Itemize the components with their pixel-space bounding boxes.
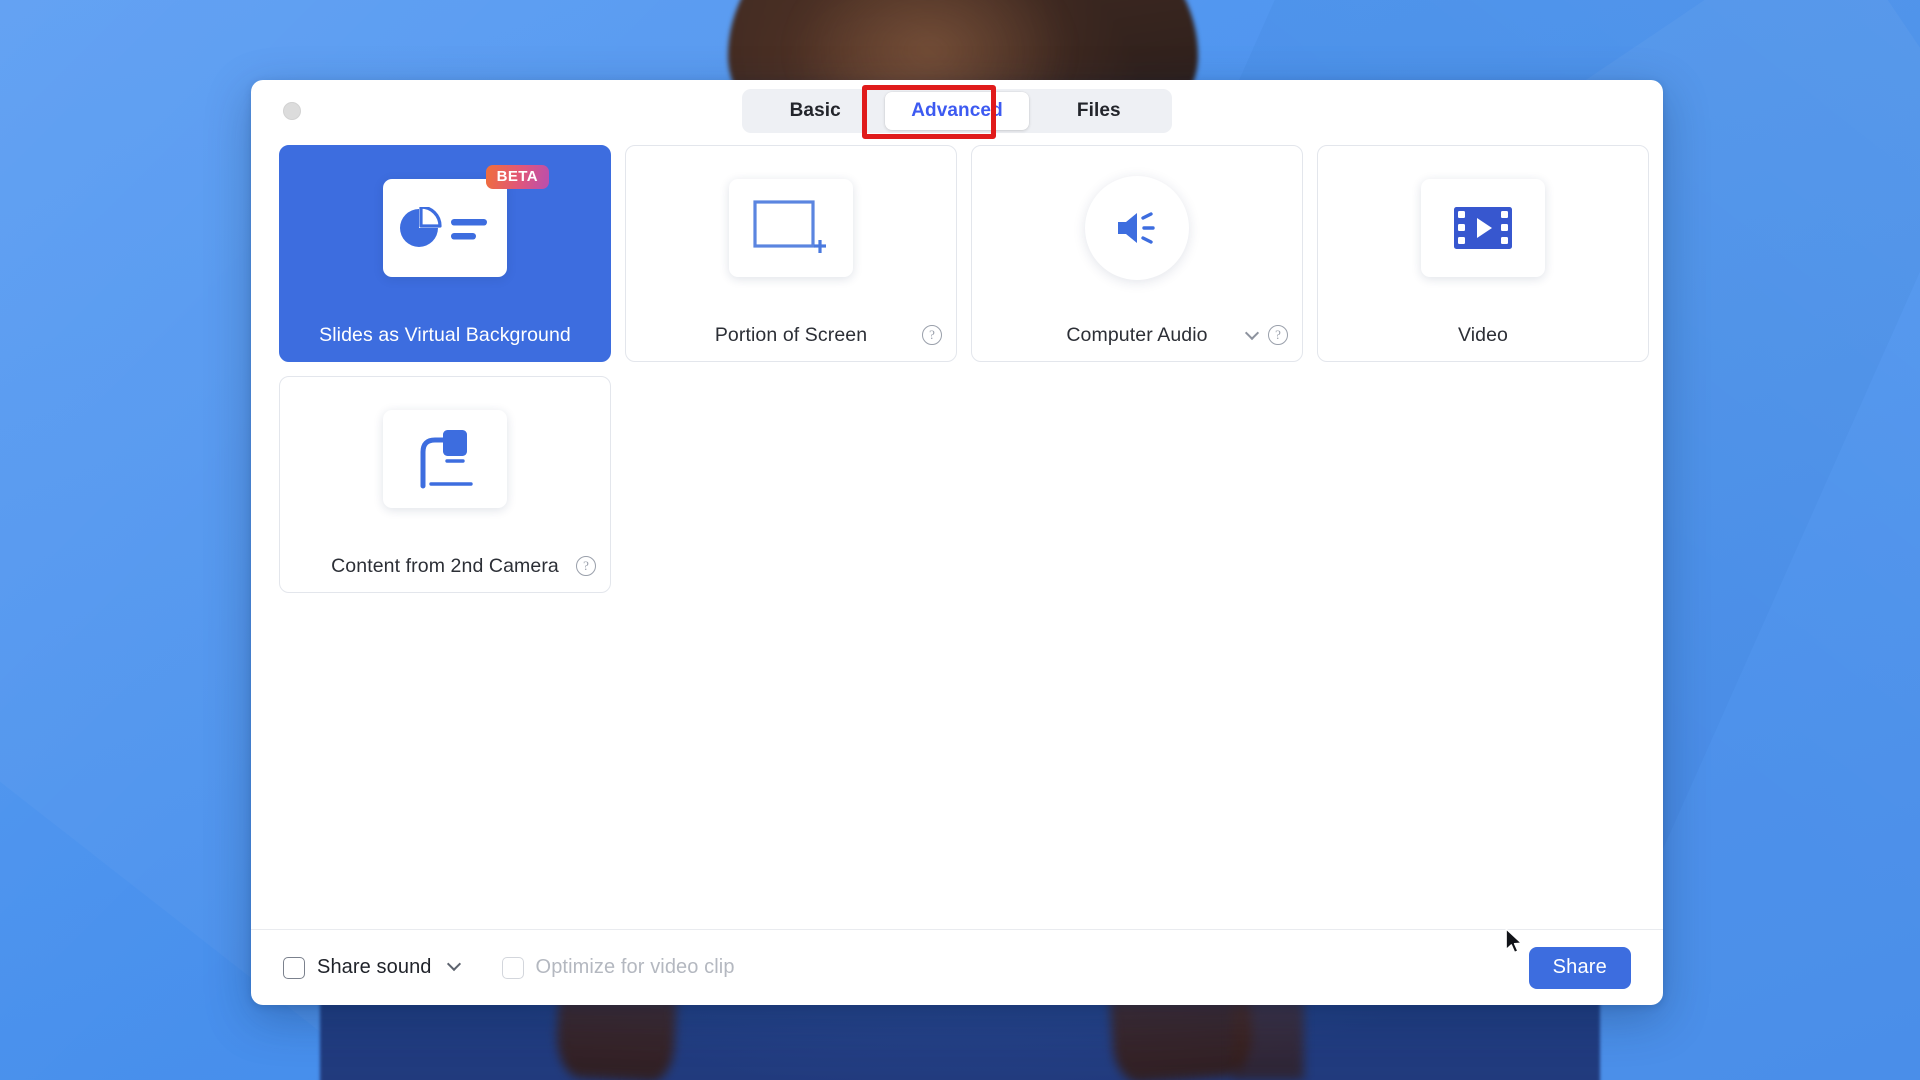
chevron-down-icon[interactable] [1246,330,1258,342]
card-label-row: Content from 2nd Camera ? [280,540,610,592]
help-icon[interactable]: ? [1268,325,1288,345]
card-thumbnail [1318,146,1648,309]
beta-badge: BETA [485,164,549,189]
share-source-area: BETA Slides as Virtual Background Portio… [251,142,1663,929]
source-card-computer-audio[interactable]: Computer Audio ? [971,145,1303,362]
tab-files-label: Files [1076,100,1121,121]
dialog-header: Basic Advanced Files [251,80,1663,142]
share-screen-dialog: Basic Advanced Files BETA Slides as Virt… [251,80,1663,1005]
card-label: Slides as Virtual Background [319,323,571,346]
card-label-row: Computer Audio ? [972,309,1302,361]
card-label: Portion of Screen [714,323,868,346]
tab-bar: Basic Advanced Files [742,89,1172,133]
slide-pie-chart-icon: BETA [383,164,549,277]
share-sound-chevron-down-icon[interactable] [448,962,460,974]
document-camera-icon [383,409,507,508]
source-card-content-from-2nd-camera[interactable]: Content from 2nd Camera ? [279,376,611,593]
optimize-video-clip-label: Optimize for video clip [535,956,735,978]
share-sound-checkbox[interactable] [283,956,305,979]
tab-advanced[interactable]: Advanced [885,92,1029,130]
card-label-row: Slides as Virtual Background [280,309,610,361]
share-sound-label: Share sound [317,956,432,978]
optimize-video-clip-option[interactable]: Optimize for video clip [501,956,735,979]
help-icon[interactable]: ? [922,325,942,345]
card-thumbnail [280,377,610,540]
tab-basic[interactable]: Basic [745,92,885,130]
dialog-footer: Share sound Optimize for video clip Shar… [251,929,1663,1005]
card-thumbnail: BETA [280,146,610,309]
card-label-row: Portion of Screen ? [626,309,956,361]
speaker-icon [1085,175,1189,280]
close-window-button[interactable] [283,102,301,120]
source-card-slides-as-virtual-background[interactable]: BETA Slides as Virtual Background [279,145,611,362]
card-label: Computer Audio [1066,323,1208,346]
optimize-video-clip-checkbox[interactable] [501,956,524,979]
tab-files[interactable]: Files [1029,92,1169,130]
tab-advanced-label: Advanced [911,100,1003,121]
source-card-video[interactable]: Video [1317,145,1649,362]
share-button[interactable]: Share [1528,946,1631,989]
tab-basic-label: Basic [789,100,841,121]
source-card-portion-of-screen[interactable]: Portion of Screen ? [625,145,957,362]
rectangle-plus-icon [729,178,853,277]
card-label: Content from 2nd Camera [331,554,559,577]
card-thumbnail [972,146,1302,309]
card-label-row: Video [1318,309,1648,361]
card-thumbnail [626,146,956,309]
card-label: Video [1457,323,1509,346]
film-play-icon [1421,178,1545,277]
share-sound-option[interactable]: Share sound [283,956,460,979]
help-icon[interactable]: ? [576,556,596,576]
share-source-grid: BETA Slides as Virtual Background Portio… [279,142,1649,593]
